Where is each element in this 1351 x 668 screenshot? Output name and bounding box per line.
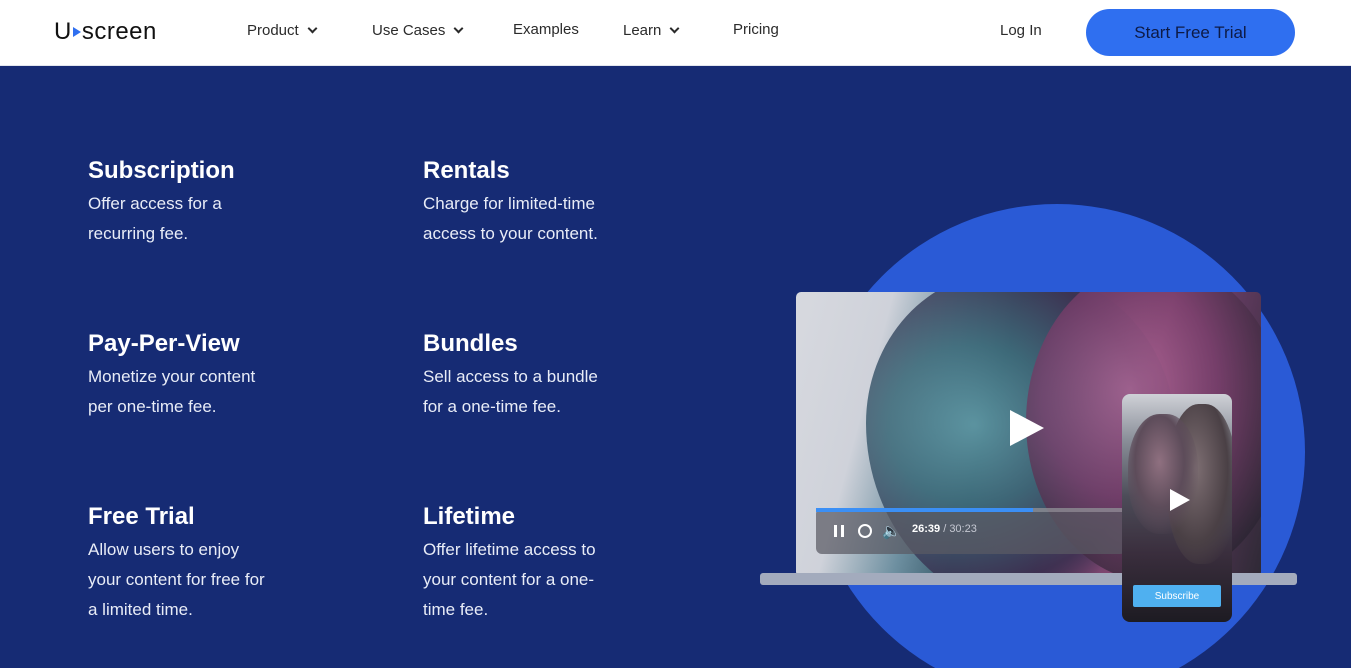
phone-video-player: Subscribe [1122, 394, 1232, 622]
feature-desc-line: Allow users to enjoy [88, 540, 240, 559]
feature-title: Free Trial [88, 503, 195, 530]
nav-pricing[interactable]: Pricing [733, 21, 779, 38]
site-header: U screen Product Use Cases Examples Lear… [0, 0, 1351, 66]
feature-title: Bundles [423, 330, 518, 357]
feature-bundles: Bundles Sell access to a bundle for a on… [423, 330, 683, 422]
nav-product-label: Product [247, 22, 299, 39]
progress-bar-fill [816, 508, 1033, 512]
feature-desc-line: Charge for limited-time [423, 194, 595, 213]
logo-letter: U [54, 18, 72, 45]
play-icon[interactable] [1170, 489, 1190, 511]
feature-lifetime: Lifetime Offer lifetime access to your c… [423, 503, 683, 625]
nav-learn-label: Learn [623, 22, 662, 39]
chevron-down-icon [453, 23, 464, 34]
chevron-down-icon [669, 23, 680, 34]
feature-pay-per-view: Pay-Per-View Monetize your content per o… [88, 330, 348, 422]
logo-play-icon [72, 27, 81, 37]
volume-icon[interactable]: 🔈 [882, 522, 901, 540]
replay-10-icon[interactable] [858, 524, 872, 538]
progress-bar[interactable] [816, 508, 1126, 512]
duration: / 30:23 [943, 523, 977, 535]
feature-desc-line: Sell access to a bundle [423, 367, 598, 386]
pause-icon[interactable] [834, 525, 844, 537]
playback-time: 26:39 / 30:23 [912, 523, 977, 535]
nav-pricing-label: Pricing [733, 21, 779, 38]
feature-subscription: Subscription Offer access for a recurrin… [88, 157, 348, 249]
nav-learn[interactable]: Learn [623, 22, 680, 39]
login-link[interactable]: Log In [1000, 22, 1042, 39]
nav-examples-label: Examples [513, 21, 579, 38]
play-icon[interactable] [1010, 410, 1044, 446]
uscreen-logo[interactable]: U screen [54, 18, 157, 45]
feature-desc-line: recurring fee. [88, 224, 189, 243]
feature-rentals: Rentals Charge for limited-time access t… [423, 157, 683, 249]
feature-desc-line: for a one-time fee. [423, 397, 561, 416]
feature-desc-line: your content for a one- [423, 570, 595, 589]
feature-title: Subscription [88, 157, 235, 184]
nav-use-cases[interactable]: Use Cases [372, 22, 464, 39]
start-free-trial-button[interactable]: Start Free Trial [1086, 9, 1295, 56]
feature-title: Rentals [423, 157, 510, 184]
nav-use-cases-label: Use Cases [372, 22, 446, 39]
feature-desc-line: access to your content. [423, 224, 598, 243]
feature-desc-line: per one-time fee. [88, 397, 217, 416]
feature-desc-line: Offer access for a [88, 194, 222, 213]
subscribe-button[interactable]: Subscribe [1133, 585, 1221, 607]
feature-desc-line: a limited time. [88, 600, 193, 619]
nav-examples[interactable]: Examples [513, 21, 579, 38]
logo-word: screen [81, 18, 157, 45]
feature-title: Lifetime [423, 503, 516, 530]
feature-desc-line: Monetize your content [88, 367, 256, 386]
player-controls: 🔈 26:39 / 30:23 [816, 508, 1126, 554]
nav-product[interactable]: Product [247, 22, 318, 39]
feature-desc-line: time fee. [423, 600, 489, 619]
feature-title: Pay-Per-View [88, 330, 240, 357]
chevron-down-icon [307, 23, 318, 34]
phone-thumbnail-face [1128, 414, 1198, 534]
current-time: 26:39 [912, 523, 941, 535]
feature-free-trial: Free Trial Allow users to enjoy your con… [88, 503, 348, 625]
feature-desc-line: Offer lifetime access to [423, 540, 596, 559]
feature-desc-line: your content for free for [88, 570, 265, 589]
